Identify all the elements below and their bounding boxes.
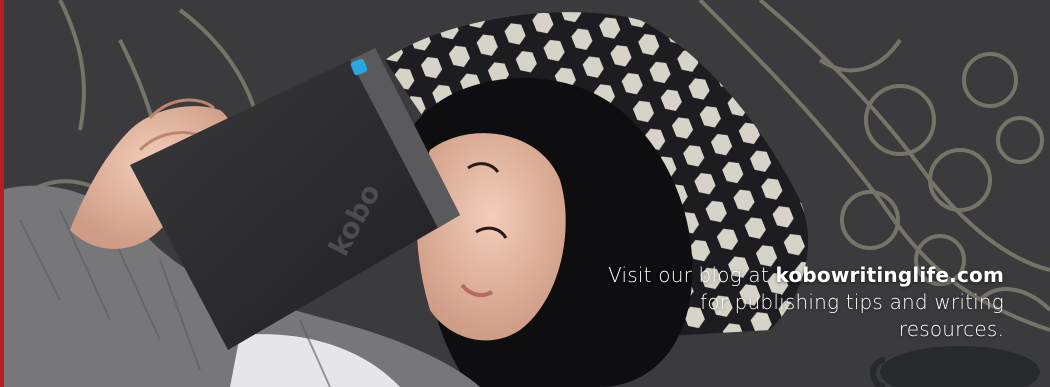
promo-banner: kobo Visit our blog at kobowritinglife.c…: [0, 0, 1050, 387]
caption-line-3: resources.: [898, 317, 1004, 341]
caption: Visit our blog at kobowritinglife.com fo…: [484, 262, 1004, 343]
caption-line-2: for publishing tips and writing: [700, 290, 1004, 314]
accent-stripe: [0, 0, 4, 387]
caption-prefix: Visit our blog at: [608, 263, 776, 287]
caption-line-1: Visit our blog at kobowritinglife.com: [484, 262, 1004, 289]
blog-link[interactable]: kobowritinglife.com: [775, 263, 1004, 287]
